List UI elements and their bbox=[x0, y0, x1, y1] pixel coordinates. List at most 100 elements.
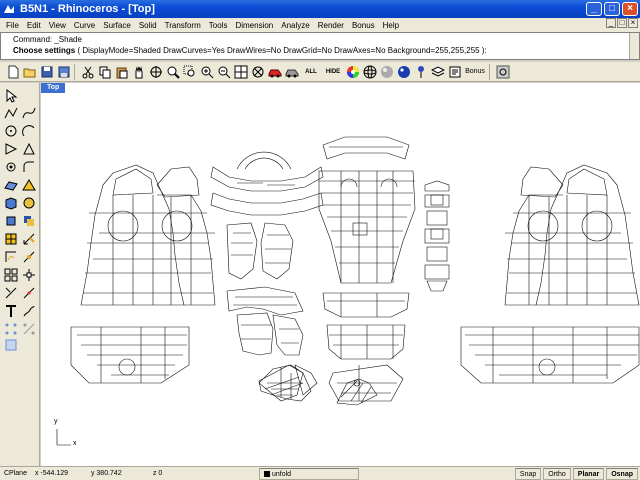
menu-edit[interactable]: Edit bbox=[23, 21, 45, 30]
render-icon[interactable] bbox=[283, 63, 300, 80]
bonus-icon[interactable]: Bonus bbox=[463, 63, 487, 80]
planar-toggle[interactable]: Planar bbox=[572, 467, 605, 480]
points-off-icon[interactable] bbox=[21, 321, 37, 337]
new-icon[interactable] bbox=[4, 63, 21, 80]
zoom-icon[interactable] bbox=[164, 63, 181, 80]
menu-analyze[interactable]: Analyze bbox=[277, 21, 313, 30]
cylinder-icon[interactable] bbox=[3, 213, 19, 229]
paste-icon[interactable] bbox=[113, 63, 130, 80]
mdi-maximize-button[interactable]: □ bbox=[617, 18, 627, 28]
command-options[interactable]: ( DisplayMode=Shaded DrawCurves=Yes Draw… bbox=[77, 46, 486, 55]
four-views-icon[interactable] bbox=[232, 63, 249, 80]
transform-icon[interactable] bbox=[21, 249, 37, 265]
status-bar: CPlane x -544.129 y 380.742 z 0 unfold S… bbox=[0, 466, 640, 480]
left-tool-palette bbox=[0, 83, 40, 466]
osnap-toggle[interactable]: Osnap bbox=[606, 467, 638, 480]
ellipse-icon[interactable] bbox=[3, 141, 19, 157]
color-wheel-icon[interactable] bbox=[344, 63, 361, 80]
mesh-icon[interactable] bbox=[3, 231, 19, 247]
edge-surface-icon[interactable] bbox=[21, 177, 37, 193]
open-icon[interactable] bbox=[21, 63, 38, 80]
array-icon[interactable] bbox=[3, 267, 19, 283]
trim-icon[interactable] bbox=[3, 285, 19, 301]
boolean-icon[interactable] bbox=[21, 213, 37, 229]
options-icon[interactable] bbox=[494, 63, 511, 80]
unfolded-parts-drawing[interactable] bbox=[41, 83, 640, 466]
circle-icon[interactable] bbox=[3, 123, 19, 139]
sphere-icon[interactable] bbox=[361, 63, 378, 80]
menu-dimension[interactable]: Dimension bbox=[231, 21, 277, 30]
command-prompt[interactable]: Choose settings ( DisplayMode=Shaded Dra… bbox=[13, 46, 487, 55]
sphere-solid-icon[interactable] bbox=[21, 195, 37, 211]
car-icon[interactable] bbox=[266, 63, 283, 80]
arc-icon[interactable] bbox=[21, 123, 37, 139]
save-as-icon[interactable] bbox=[55, 63, 72, 80]
cut-icon[interactable] bbox=[79, 63, 96, 80]
hide-icon[interactable]: HIDE bbox=[322, 63, 344, 80]
standard-toolbar: ALL HIDE Bonus bbox=[0, 62, 640, 82]
polygon-icon[interactable] bbox=[21, 141, 37, 157]
split-icon[interactable] bbox=[21, 285, 37, 301]
menu-render[interactable]: Render bbox=[314, 21, 348, 30]
mdi-close-button[interactable]: × bbox=[628, 18, 638, 28]
point-icon[interactable] bbox=[3, 159, 19, 175]
menu-curve[interactable]: Curve bbox=[70, 21, 99, 30]
pan-icon[interactable] bbox=[130, 63, 147, 80]
minimize-button[interactable]: _ bbox=[586, 2, 602, 16]
curve-icon[interactable] bbox=[21, 105, 37, 121]
pin-icon[interactable] bbox=[412, 63, 429, 80]
points-on-icon[interactable] bbox=[3, 321, 19, 337]
zoom-window-icon[interactable] bbox=[181, 63, 198, 80]
dimension-icon[interactable] bbox=[21, 231, 37, 247]
zoom-extents-icon[interactable] bbox=[198, 63, 215, 80]
left-fuselage-parts bbox=[70, 164, 216, 384]
menu-help[interactable]: Help bbox=[379, 21, 403, 30]
save-icon[interactable] bbox=[38, 63, 55, 80]
window-title: B5N1 - Rhinoceros - [Top] bbox=[20, 3, 155, 15]
menu-surface[interactable]: Surface bbox=[99, 21, 135, 30]
move-icon[interactable] bbox=[21, 267, 37, 283]
grid-icon[interactable] bbox=[249, 63, 266, 80]
top-viewport[interactable]: Top y x bbox=[41, 83, 640, 466]
fillet-icon[interactable] bbox=[21, 159, 37, 175]
zoom-selected-icon[interactable] bbox=[215, 63, 232, 80]
menu-view[interactable]: View bbox=[45, 21, 70, 30]
status-z-coord: z 0 bbox=[152, 469, 163, 477]
maximize-button[interactable]: □ bbox=[604, 2, 620, 16]
analyze-icon[interactable] bbox=[3, 249, 19, 265]
status-layer[interactable]: unfold bbox=[258, 467, 359, 480]
menu-file[interactable]: File bbox=[2, 21, 23, 30]
properties-icon[interactable] bbox=[446, 63, 463, 80]
menu-tools[interactable]: Tools bbox=[205, 21, 232, 30]
copy-icon[interactable] bbox=[96, 63, 113, 80]
polyline-icon[interactable] bbox=[3, 105, 19, 121]
box-icon[interactable] bbox=[3, 195, 19, 211]
close-button[interactable]: × bbox=[622, 2, 638, 16]
text-icon[interactable] bbox=[3, 303, 19, 319]
menu-bonus[interactable]: Bonus bbox=[348, 21, 379, 30]
menu-transform[interactable]: Transform bbox=[161, 21, 205, 30]
sphere-gray-icon[interactable] bbox=[378, 63, 395, 80]
rhino-app-icon bbox=[4, 5, 14, 13]
status-cplane[interactable]: CPlane bbox=[0, 468, 31, 480]
command-history[interactable]: Command: _Shade Choose settings ( Displa… bbox=[0, 32, 640, 60]
layer-name: unfold bbox=[271, 470, 292, 478]
status-x-coord: x -544.129 bbox=[34, 469, 69, 477]
show-all-icon[interactable]: ALL bbox=[300, 63, 322, 80]
viewport-tab-top[interactable]: Top bbox=[41, 83, 66, 93]
grid-snap-icon[interactable] bbox=[3, 337, 19, 353]
snap-toggle[interactable]: Snap bbox=[514, 467, 542, 480]
ortho-toggle[interactable]: Ortho bbox=[543, 467, 571, 480]
rotate-view-icon[interactable] bbox=[147, 63, 164, 80]
toolbar-separator bbox=[489, 63, 492, 80]
sketch-icon[interactable] bbox=[21, 303, 37, 319]
layer-color-swatch bbox=[263, 470, 270, 477]
toolbar-separator bbox=[74, 63, 77, 80]
select-arrow-icon[interactable] bbox=[3, 88, 19, 104]
mdi-minimize-button[interactable]: _ bbox=[606, 18, 616, 28]
command-scrollbar[interactable] bbox=[629, 33, 639, 59]
sphere-blue-icon[interactable] bbox=[395, 63, 412, 80]
layer-icon[interactable] bbox=[429, 63, 446, 80]
surface-icon[interactable] bbox=[3, 177, 19, 193]
menu-solid[interactable]: Solid bbox=[135, 21, 161, 30]
